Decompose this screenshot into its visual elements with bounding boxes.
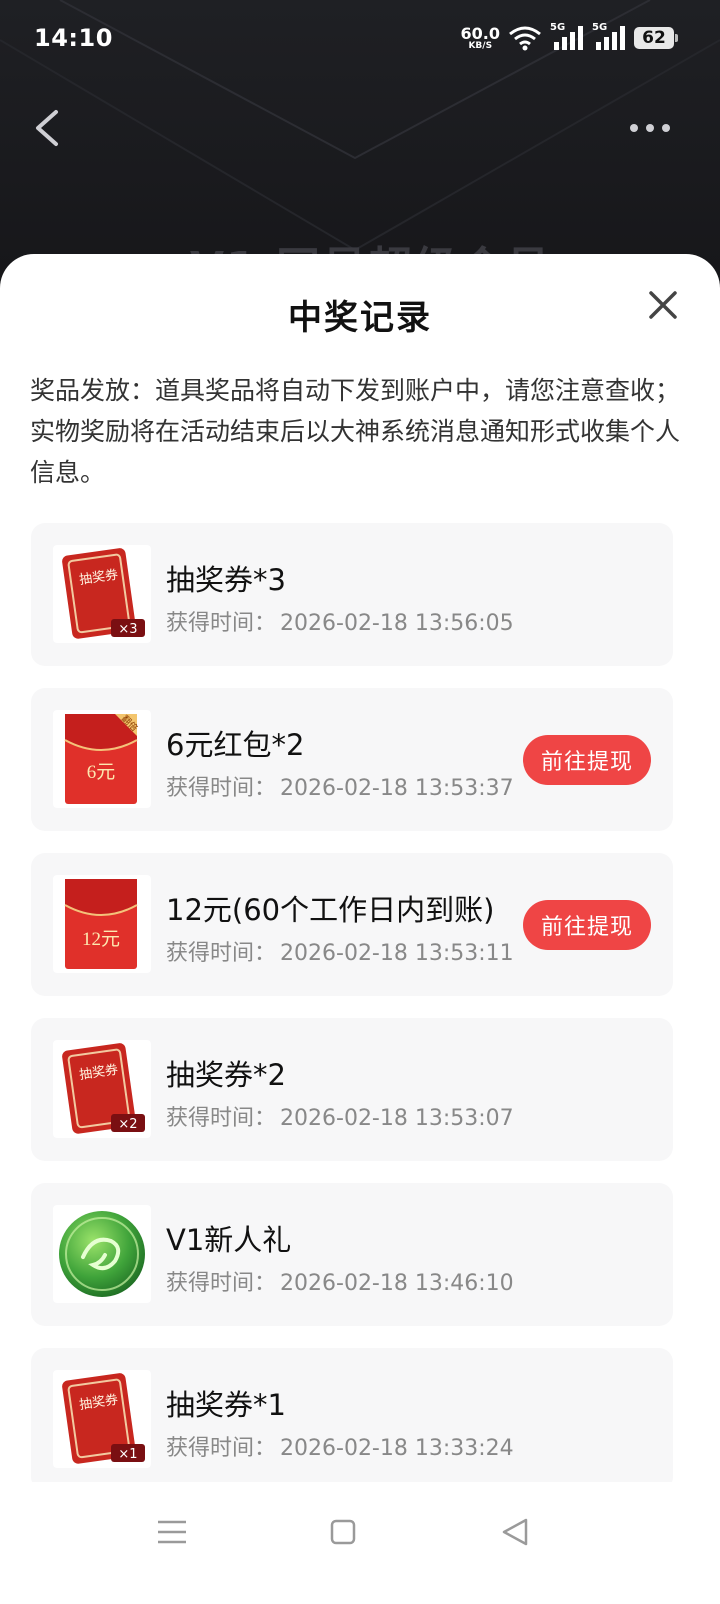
time-value: 2026-02-18 13:53:11: [280, 941, 514, 966]
cell-signal-icon-1: 5G: [550, 22, 584, 52]
system-navigation-bar: [0, 1482, 720, 1604]
record-item: 抽奖券 ×3 抽奖券*3 获得时间： 2026-02-18 13:56:05: [31, 523, 673, 666]
cell-signal-icon-2: 5G: [592, 22, 626, 52]
time-value: 2026-02-18 13:46:10: [280, 1271, 514, 1296]
record-time: 获得时间： 2026-02-18 13:46:10: [166, 1265, 514, 1297]
record-list: 抽奖券 ×3 抽奖券*3 获得时间： 2026-02-18 13:56:05 翻倍…: [31, 523, 673, 1513]
time-label: 获得时间：: [166, 776, 277, 801]
time-label: 获得时间：: [166, 611, 277, 636]
ticket-count-badge: ×3: [118, 622, 137, 637]
lottery-ticket-icon: 抽奖券 ×2: [53, 1040, 151, 1138]
time-label: 获得时间：: [166, 1271, 277, 1296]
status-icons: 60.0 KB/S 5G 5G 62: [460, 22, 678, 54]
signal-label-2: 5G: [592, 22, 608, 33]
record-item: 抽奖券 ×2 抽奖券*2 获得时间： 2026-02-18 13:53:07: [31, 1018, 673, 1161]
red-packet-icon: 12元: [53, 875, 151, 973]
time-label: 获得时间：: [166, 1106, 277, 1131]
time-label: 获得时间：: [166, 1436, 277, 1461]
sheet-title: 中奖记录: [288, 298, 432, 338]
record-title: 12元(60个工作日内到账): [166, 893, 495, 927]
back-triangle-icon[interactable]: [496, 1512, 536, 1552]
time-value: 2026-02-18 13:56:05: [280, 611, 514, 636]
record-title: 抽奖券*1: [166, 1388, 286, 1422]
record-item: 翻倍 6元 6元红包*2 获得时间： 2026-02-18 13:53:37 前往…: [31, 688, 673, 831]
time-value: 2026-02-18 13:33:24: [280, 1436, 514, 1461]
back-arrow-icon[interactable]: [30, 108, 64, 148]
withdraw-button[interactable]: 前往提现: [523, 735, 651, 785]
lottery-ticket-icon: 抽奖券 ×3: [53, 545, 151, 643]
net-speed-value: 60.0: [460, 23, 500, 43]
status-bar: 14:10 60.0 KB/S 5G 5G 62: [0, 0, 720, 80]
withdraw-button[interactable]: 前往提现: [523, 900, 651, 950]
status-time: 14:10: [34, 24, 113, 52]
close-icon[interactable]: [646, 288, 680, 322]
record-title: 抽奖券*3: [166, 563, 286, 597]
menu-icon[interactable]: [152, 1512, 192, 1552]
wifi-icon: [509, 26, 541, 51]
time-value: 2026-02-18 13:53:37: [280, 776, 514, 801]
time-label: 获得时间：: [166, 941, 277, 966]
signal-label-1: 5G: [550, 22, 566, 33]
net-speed: 60.0 KB/S: [460, 23, 500, 51]
record-time: 获得时间： 2026-02-18 13:33:24: [166, 1430, 514, 1462]
record-item: 12元 12元(60个工作日内到账) 获得时间： 2026-02-18 13:53…: [31, 853, 673, 996]
red-packet-icon: 翻倍 6元: [53, 710, 151, 808]
jade-badge-icon: [53, 1205, 151, 1303]
record-title: 抽奖券*2: [166, 1058, 286, 1092]
time-value: 2026-02-18 13:53:07: [280, 1106, 514, 1131]
battery-icon: 62: [634, 27, 678, 49]
record-time: 获得时间： 2026-02-18 13:53:11: [166, 935, 514, 967]
record-time: 获得时间： 2026-02-18 13:53:07: [166, 1100, 514, 1132]
ticket-count-badge: ×2: [118, 1117, 137, 1132]
home-icon[interactable]: [323, 1512, 363, 1552]
more-options-icon[interactable]: [628, 120, 672, 136]
record-item: V1新人礼 获得时间： 2026-02-18 13:46:10: [31, 1183, 673, 1326]
distribution-notice: 奖品发放：道具奖品将自动下发到账户中，请您注意查收；实物奖励将在活动结束后以大神…: [30, 376, 681, 487]
record-time: 获得时间： 2026-02-18 13:53:37: [166, 770, 514, 802]
record-item: 抽奖券 ×1 抽奖券*1 获得时间： 2026-02-18 13:33:24: [31, 1348, 673, 1491]
record-time: 获得时间： 2026-02-18 13:56:05: [166, 605, 514, 637]
battery-level: 62: [642, 28, 666, 48]
lottery-ticket-icon: 抽奖券 ×1: [53, 1370, 151, 1468]
ticket-count-badge: ×1: [118, 1447, 137, 1462]
record-title: 6元红包*2: [166, 728, 305, 762]
packet-amount: 12元: [82, 929, 120, 950]
prize-record-sheet: 中奖记录 奖品发放：道具奖品将自动下发到账户中，请您注意查收；实物奖励将在活动结…: [0, 254, 720, 1604]
net-speed-unit: KB/S: [468, 40, 493, 51]
record-title: V1新人礼: [166, 1223, 292, 1257]
packet-amount: 6元: [87, 762, 116, 783]
